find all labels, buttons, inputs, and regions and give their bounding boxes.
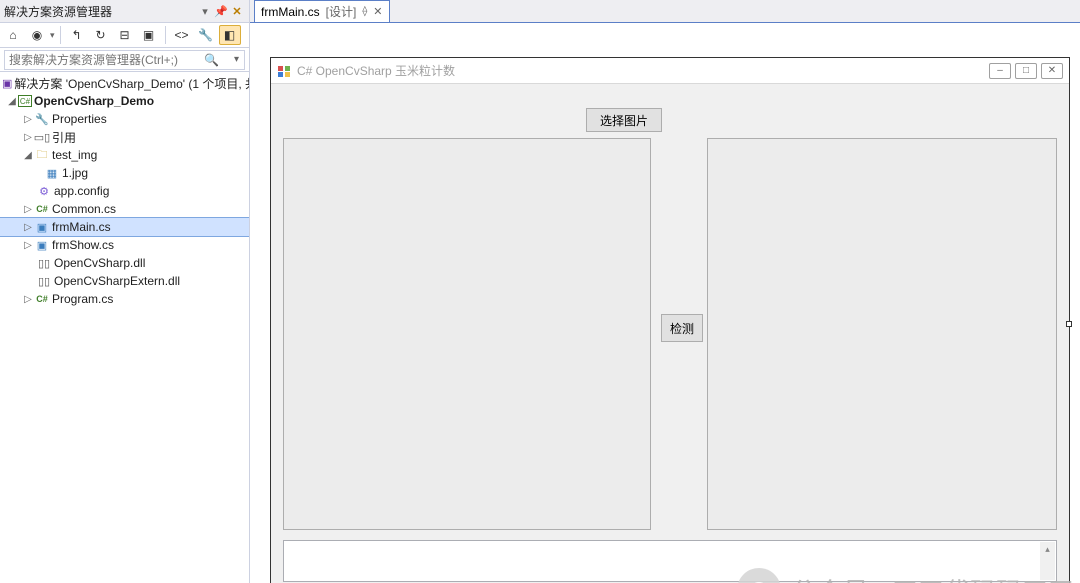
tree-label: 1.jpg xyxy=(62,166,88,180)
dll-icon: ▯▯ xyxy=(36,273,52,289)
folder-icon: 🗀 xyxy=(34,147,50,163)
tree-label: OpenCvSharp.dll xyxy=(54,256,145,270)
view-icon[interactable]: ◉ xyxy=(26,25,48,45)
tree-label: frmShow.cs xyxy=(52,238,114,252)
form-titlebar: C# OpenCvSharp 玉米粒计数 – □ ✕ xyxy=(271,58,1069,84)
dropdown-icon[interactable]: ▾ xyxy=(197,3,213,19)
properties-icon[interactable]: 🔧 xyxy=(195,25,217,45)
tree-label: frmMain.cs xyxy=(52,220,111,234)
output-textbox[interactable]: ▴ xyxy=(283,540,1057,582)
tree-file-1jpg[interactable]: ▦ 1.jpg xyxy=(0,164,249,182)
main-area: frmMain.cs [设计] ⟠ ✕ C# OpenCvSharp 玉米粒计数… xyxy=(250,0,1080,583)
tab-label: frmMain.cs xyxy=(261,5,320,19)
form-icon: ▣ xyxy=(34,219,50,235)
tree-folder-testimg[interactable]: ◢ 🗀 test_img xyxy=(0,146,249,164)
form-app-icon xyxy=(277,64,291,78)
tab-suffix: [设计] xyxy=(326,3,357,20)
tree-label: 解决方案 'OpenCvSharp_Demo' (1 个项目, 共 1 xyxy=(14,75,249,92)
cs-icon: C# xyxy=(34,291,50,307)
expand-icon[interactable]: ▷ xyxy=(22,293,34,305)
maximize-icon[interactable]: □ xyxy=(1015,63,1037,79)
tree-solution[interactable]: ▣ 解决方案 'OpenCvSharp_Demo' (1 个项目, 共 1 xyxy=(0,74,249,92)
code-icon[interactable]: <> xyxy=(171,25,193,45)
tree-references[interactable]: ▷ ▭▯ 引用 xyxy=(0,128,249,146)
tree-label: test_img xyxy=(52,148,97,162)
tree-file-frmshow[interactable]: ▷ ▣ frmShow.cs xyxy=(0,236,249,254)
tree-project[interactable]: ◢ C# OpenCvSharp_Demo xyxy=(0,92,249,110)
picturebox-right[interactable] xyxy=(707,138,1057,530)
form-body: 选择图片 检测 ▴ xyxy=(271,84,1069,583)
image-icon: ▦ xyxy=(44,165,60,181)
close-icon[interactable]: ✕ xyxy=(229,3,245,19)
select-image-button[interactable]: 选择图片 xyxy=(586,108,662,132)
scroll-up-icon[interactable]: ▴ xyxy=(1040,542,1055,557)
tree-label: app.config xyxy=(54,184,109,198)
design-surface[interactable]: C# OpenCvSharp 玉米粒计数 – □ ✕ 选择图片 检测 xyxy=(250,23,1080,583)
expand-icon[interactable]: ▷ xyxy=(22,131,34,143)
tree-file-opencvsharp-dll[interactable]: ▯▯ OpenCvSharp.dll xyxy=(0,254,249,272)
config-icon: ⚙ xyxy=(36,183,52,199)
back-icon[interactable]: ↰ xyxy=(66,25,88,45)
solution-tree[interactable]: ▣ 解决方案 'OpenCvSharp_Demo' (1 个项目, 共 1 ◢ … xyxy=(0,72,249,583)
solution-explorer-toolbar: ⌂ ◉ ▾ ↰ ↻ ⊟ ▣ <> 🔧 ◧ xyxy=(0,22,249,48)
picturebox-left[interactable] xyxy=(283,138,651,530)
solution-explorer-panel: 解决方案资源管理器 ▾ 📌 ✕ ⌂ ◉ ▾ ↰ ↻ ⊟ ▣ <> 🔧 ◧ 🔍 ▾ xyxy=(0,0,250,583)
detect-button[interactable]: 检测 xyxy=(661,314,703,342)
tab-frmmain-design[interactable]: frmMain.cs [设计] ⟠ ✕ xyxy=(254,0,390,22)
tree-label: OpenCvSharpExtern.dll xyxy=(54,274,180,288)
collapse-icon[interactable]: ⊟ xyxy=(114,25,136,45)
tab-close-icon[interactable]: ✕ xyxy=(373,5,382,18)
tree-file-frmmain[interactable]: ▷ ▣ frmMain.cs xyxy=(0,218,249,236)
document-tabs: frmMain.cs [设计] ⟠ ✕ xyxy=(250,0,1080,23)
designer-form[interactable]: C# OpenCvSharp 玉米粒计数 – □ ✕ 选择图片 检测 xyxy=(270,57,1070,583)
tree-label: Properties xyxy=(52,112,107,126)
button-label: 选择图片 xyxy=(600,112,648,129)
tree-label: Common.cs xyxy=(52,202,116,216)
expand-icon[interactable]: ▷ xyxy=(22,239,34,251)
dll-icon: ▯▯ xyxy=(36,255,52,271)
solution-search: 🔍 ▾ xyxy=(0,48,249,72)
csproj-icon: C# xyxy=(18,95,32,107)
expand-icon[interactable]: ▷ xyxy=(22,113,34,125)
tree-file-opencvsharpextern-dll[interactable]: ▯▯ OpenCvSharpExtern.dll xyxy=(0,272,249,290)
pin-icon[interactable]: 📌 xyxy=(213,3,229,19)
tree-label: OpenCvSharp_Demo xyxy=(34,94,154,108)
home-icon[interactable]: ⌂ xyxy=(2,25,24,45)
references-icon: ▭▯ xyxy=(34,129,50,145)
tree-properties[interactable]: ▷ 🔧 Properties xyxy=(0,110,249,128)
search-input[interactable] xyxy=(4,50,245,70)
minimize-icon[interactable]: – xyxy=(989,63,1011,79)
expand-icon[interactable]: ▷ xyxy=(22,203,34,215)
form-title: C# OpenCvSharp 玉米粒计数 xyxy=(297,62,983,79)
search-dropdown-icon[interactable]: ▾ xyxy=(234,54,239,65)
refresh-icon[interactable]: ↻ xyxy=(90,25,112,45)
expand-icon[interactable]: ▷ xyxy=(22,221,34,233)
tree-label: Program.cs xyxy=(52,292,113,306)
collapse-icon[interactable]: ◢ xyxy=(22,149,34,161)
form-icon: ▣ xyxy=(34,237,50,253)
tree-label: 引用 xyxy=(52,129,76,146)
tree-file-common[interactable]: ▷ C# Common.cs xyxy=(0,200,249,218)
tree-file-appconfig[interactable]: ⚙ app.config xyxy=(0,182,249,200)
resize-handle-right[interactable] xyxy=(1066,321,1072,327)
cs-icon: C# xyxy=(34,201,50,217)
close-icon[interactable]: ✕ xyxy=(1041,63,1063,79)
expand-icon[interactable]: ◢ xyxy=(6,95,18,107)
preview-icon[interactable]: ◧ xyxy=(219,25,241,45)
scrollbar[interactable]: ▴ xyxy=(1040,542,1055,580)
wrench-icon: 🔧 xyxy=(34,111,50,127)
solution-explorer-titlebar: 解决方案资源管理器 ▾ 📌 ✕ xyxy=(0,0,249,22)
tree-file-program[interactable]: ▷ C# Program.cs xyxy=(0,290,249,308)
show-all-icon[interactable]: ▣ xyxy=(138,25,160,45)
solution-explorer-title: 解决方案资源管理器 xyxy=(4,3,197,20)
solution-icon: ▣ xyxy=(2,75,12,91)
tab-pin-icon[interactable]: ⟠ xyxy=(362,6,367,17)
button-label: 检测 xyxy=(670,320,694,337)
